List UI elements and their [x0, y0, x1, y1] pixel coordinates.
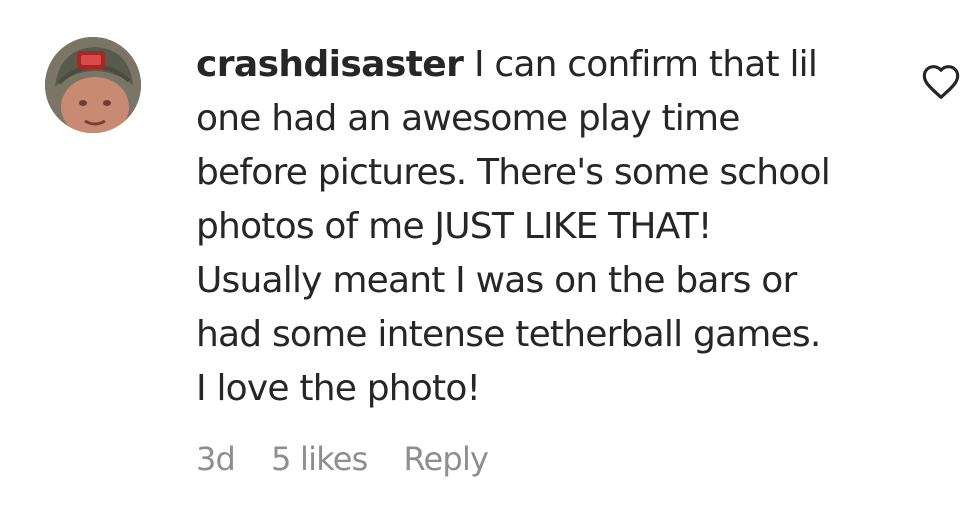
comment-body: crashdisaster I can confirm that lil one… — [196, 38, 896, 416]
heart-outline-icon[interactable] — [920, 62, 962, 102]
avatar-image — [45, 37, 141, 133]
avatar[interactable] — [45, 37, 141, 133]
comment-username[interactable]: crashdisaster — [196, 44, 464, 85]
comment-meta: 3d 5 likes Reply — [196, 440, 489, 478]
comment-likes-count[interactable]: 5 likes — [271, 440, 368, 478]
comment-text: I can confirm that lil one had an awesom… — [196, 44, 831, 409]
comment-text-block: crashdisaster I can confirm that lil one… — [196, 38, 896, 416]
comment-item: crashdisaster I can confirm that lil one… — [0, 0, 980, 517]
comment-timestamp[interactable]: 3d — [196, 440, 236, 478]
reply-button[interactable]: Reply — [404, 440, 489, 478]
